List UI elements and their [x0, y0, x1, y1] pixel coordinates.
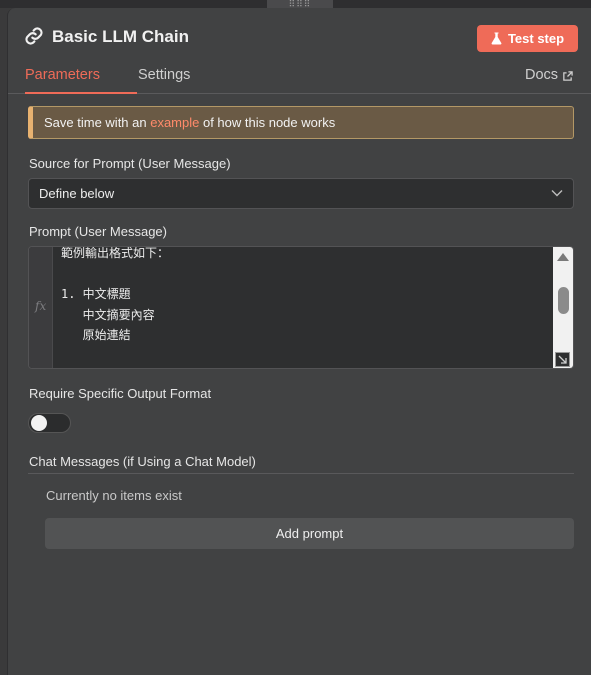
flask-icon — [491, 32, 502, 45]
section-divider — [28, 473, 574, 474]
docs-link[interactable]: Docs — [525, 67, 573, 83]
scroll-up-arrow-icon[interactable] — [557, 253, 569, 261]
output-format-toggle[interactable] — [28, 413, 71, 433]
empty-state-text: Currently no items exist — [46, 488, 182, 503]
prompt-label: Prompt (User Message) — [29, 224, 167, 239]
node-title[interactable]: Basic LLM Chain — [52, 27, 189, 47]
output-format-label: Require Specific Output Format — [29, 386, 212, 401]
prompt-editor[interactable]: fx 範例輸出格式如下： 1. 中文標題 中文摘要內容 原始連結 — [28, 246, 574, 369]
prompt-text[interactable]: 範例輸出格式如下： 1. 中文標題 中文摘要內容 原始連結 — [61, 247, 551, 346]
test-step-button[interactable]: Test step — [477, 25, 578, 52]
docs-label: Docs — [525, 67, 559, 83]
fx-icon[interactable]: fx — [35, 299, 46, 313]
example-link[interactable]: example — [150, 115, 199, 130]
example-notice: Save time with an example of how this no… — [28, 106, 574, 139]
tab-bar: Parameters Settings Docs — [8, 64, 591, 94]
add-prompt-button[interactable]: Add prompt — [45, 518, 574, 549]
test-step-label: Test step — [507, 31, 565, 46]
link-icon — [25, 27, 43, 45]
tab-settings[interactable]: Settings — [138, 67, 190, 94]
tab-parameters[interactable]: Parameters — [25, 67, 137, 94]
prompt-scrollbar[interactable] — [553, 247, 573, 368]
panel-header: Basic LLM Chain Test step — [8, 8, 591, 68]
source-prompt-select[interactable]: Define below — [28, 178, 574, 209]
chevron-down-icon — [551, 190, 563, 197]
resize-handle-icon[interactable] — [555, 352, 570, 367]
node-settings-panel: Basic LLM Chain Test step Parameters Set… — [7, 8, 591, 675]
scroll-thumb[interactable] — [558, 287, 569, 314]
external-link-icon — [563, 71, 573, 81]
expression-gutter: fx — [29, 247, 53, 368]
toggle-knob — [31, 415, 47, 431]
source-prompt-label: Source for Prompt (User Message) — [29, 156, 231, 171]
chat-messages-label: Chat Messages (if Using a Chat Model) — [29, 454, 256, 469]
